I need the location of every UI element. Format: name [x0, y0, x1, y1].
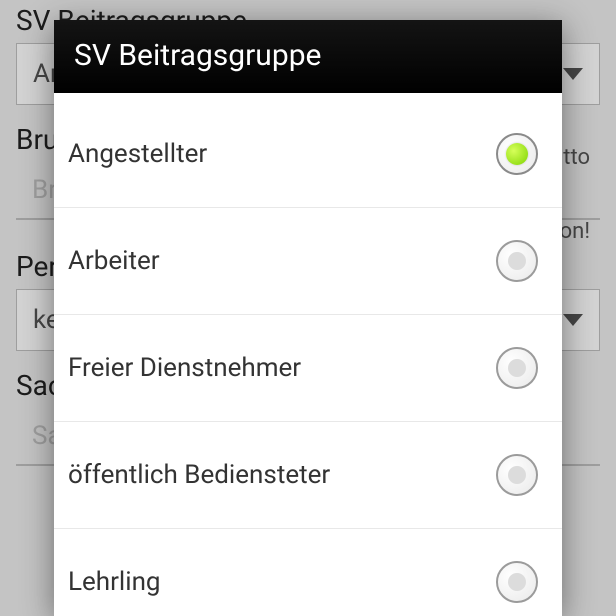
radio-icon — [496, 561, 538, 603]
option-oeffentlich-bediensteter[interactable]: öffentlich Bediensteter — [54, 422, 562, 529]
option-label: Freier Dienstnehmer — [68, 353, 301, 383]
option-label: Lehrling — [68, 567, 161, 597]
radio-icon — [496, 347, 538, 389]
radio-icon — [496, 454, 538, 496]
radio-icon — [496, 240, 538, 282]
option-angestellter[interactable]: Angestellter — [54, 93, 562, 208]
radio-icon — [496, 133, 538, 175]
option-lehrling[interactable]: Lehrling — [54, 529, 562, 616]
dialog-options-list: Angestellter Arbeiter Freier Dienstnehme… — [54, 93, 562, 616]
option-label: Arbeiter — [68, 246, 160, 276]
option-freier-dienstnehmer[interactable]: Freier Dienstnehmer — [54, 315, 562, 422]
select-dialog: SV Beitragsgruppe Angestellter Arbeiter … — [54, 20, 562, 616]
dialog-title: SV Beitragsgruppe — [54, 20, 562, 93]
option-arbeiter[interactable]: Arbeiter — [54, 208, 562, 315]
option-label: öffentlich Bediensteter — [68, 460, 330, 490]
option-label: Angestellter — [68, 139, 207, 169]
